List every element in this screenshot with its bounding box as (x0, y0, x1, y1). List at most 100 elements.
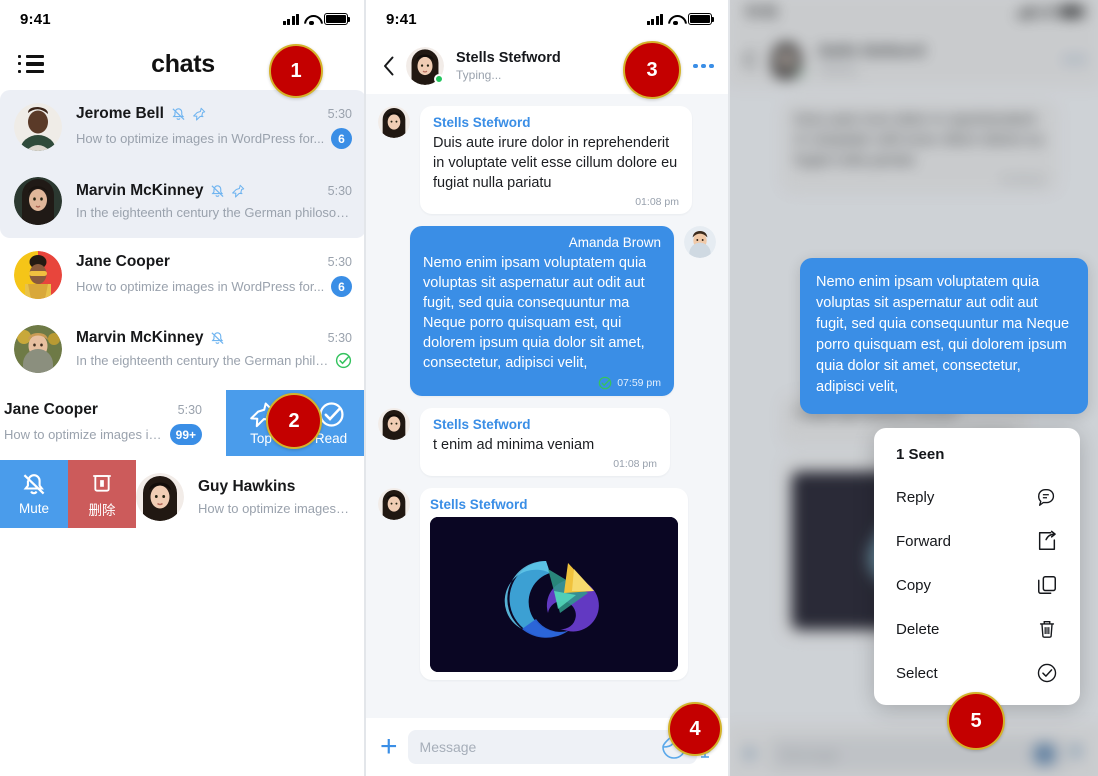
more-options-icon[interactable] (693, 63, 714, 69)
focused-message-bubble[interactable]: Nemo enim ipsam voluptatem quia voluptas… (800, 258, 1088, 414)
swipe-action-delete-label: 删除 (88, 502, 116, 518)
focused-message-text: Nemo enim ipsam voluptatem quia voluptas… (816, 274, 1070, 395)
context-menu-item-label: Delete (896, 620, 940, 638)
chat-item-time: 5:30 (177, 403, 202, 417)
message-time: 01:08 pm (613, 458, 657, 470)
context-menu-item-label: Copy (896, 576, 932, 594)
battery-icon (324, 13, 351, 25)
status-time: 9:41 (20, 10, 51, 28)
chat-item-body: Guy Hawkins How to optimize images in W (198, 478, 352, 516)
message-input-placeholder: Message (419, 739, 477, 755)
message-meta: 07:59 pm (423, 376, 661, 390)
message-bubble[interactable]: Stells Stefword t enim ad minima veniam … (420, 408, 670, 476)
message-incoming-3[interactable]: Stells Stefword (378, 488, 716, 680)
avatar[interactable] (406, 47, 444, 85)
swipe-action-read-label: Read (314, 430, 348, 446)
context-menu-item-select[interactable]: Select (874, 651, 1080, 695)
swipe-action-mute[interactable]: Mute (0, 460, 68, 528)
chat-list-item-2[interactable]: Jane Cooper 5:30 How to optimize images … (0, 238, 366, 312)
message-text: Nemo enim ipsam voluptatem quia voluptas… (423, 255, 647, 371)
message-bubble[interactable]: Stells Stefword Duis aute irure dolor in… (420, 106, 692, 214)
chameleon-logo-image[interactable] (430, 517, 678, 672)
read-receipt-icon (598, 376, 612, 390)
message-sender: Stells Stefword (433, 417, 531, 432)
chat-list-item-0[interactable]: Jerome Bell 5:30 How to optimize images … (0, 90, 366, 164)
chat-item-name: Marvin McKinney (76, 329, 204, 346)
message-input[interactable]: Message (407, 730, 697, 764)
chat-item-top: Jerome Bell 5:30 (76, 105, 352, 123)
swipe-actions-mute-delete[interactable]: Mute 删除 (0, 460, 136, 528)
context-menu-item-forward[interactable]: Forward (874, 519, 1080, 563)
avatar (14, 177, 62, 225)
message-meta: 01:08 pm (433, 196, 679, 208)
swipe-action-delete[interactable]: 删除 (68, 460, 136, 528)
conversation-panel: 9:41 Stells Stefword Typing... Stells St… (366, 0, 730, 776)
status-bar-mid: 9:41 (366, 0, 730, 38)
avatar (378, 488, 410, 520)
avatar (14, 103, 62, 151)
chat-item-name: Jerome Bell (76, 105, 164, 122)
chat-item-preview: How to optimize images in W (198, 501, 352, 516)
panel-divider-1 (364, 0, 366, 776)
avatar (136, 473, 184, 521)
chat-item-badges (171, 107, 206, 121)
step-marker-5: 5 (947, 692, 1005, 750)
step-marker-3: 3 (623, 41, 681, 99)
chat-item-badges (210, 331, 225, 345)
message-outgoing-1[interactable]: Amanda Brown Nemo enim ipsam voluptatem … (378, 226, 716, 396)
avatar (684, 226, 716, 258)
chat-item-body: Jane Cooper 5:30 How to optimize images … (76, 253, 352, 297)
mute-bell-icon (211, 185, 225, 198)
context-menu-item-label: Forward (896, 532, 952, 550)
conversation-contact-name: Stells Stefword (456, 50, 561, 66)
battery-icon (688, 13, 715, 25)
status-time: 9:41 (386, 10, 417, 28)
check-circle-icon (1036, 662, 1058, 684)
status-icons (282, 13, 351, 26)
message-incoming-0[interactable]: Stells Stefword Duis aute irure dolor in… (378, 106, 716, 214)
chat-list-item-1[interactable]: Marvin McKinney 5:30 In the eighteenth c… (0, 164, 366, 238)
conversation-typing-status: Typing... (456, 68, 502, 82)
mute-bell-icon (211, 332, 225, 345)
chat-item-time: 5:30 (327, 331, 352, 345)
chat-list-item-3[interactable]: Marvin McKinney 5:30 In the eighteenth c… (0, 312, 366, 386)
step-marker-label: 1 (290, 59, 302, 82)
message-sender: Stells Stefword (430, 497, 528, 512)
message-incoming-2[interactable]: Stells Stefword t enim ad minima veniam … (378, 408, 716, 476)
chat-item-badges (210, 184, 245, 198)
chat-item-bottom: In the eighteenth century the German phi… (76, 352, 352, 369)
step-marker-label: 5 (970, 709, 982, 732)
message-sender: Amanda Brown (568, 235, 661, 250)
chat-item-bottom: How to optimize images in WordPress for.… (76, 128, 352, 149)
message-sender: Stells Stefword (433, 115, 531, 130)
forward-icon (1036, 530, 1058, 552)
context-menu-item-copy[interactable]: Copy (874, 563, 1080, 607)
back-chevron-icon[interactable] (378, 56, 400, 76)
message-context-menu: 1 Seen Reply Forward Copy Delete Select (874, 428, 1080, 705)
chat-item-preview: In the eighteenth century the German phi… (76, 205, 352, 220)
chat-item-top: Marvin McKinney 5:30 (76, 182, 352, 200)
context-menu-item-reply[interactable]: Reply (874, 475, 1080, 519)
wifi-icon (668, 14, 683, 26)
trash-icon (93, 474, 111, 492)
context-menu-panel: 9:41 Stells Stefword Typing... Duis aute… (730, 0, 1098, 776)
chat-item-body: Jerome Bell 5:30 How to optimize images … (76, 105, 352, 149)
context-menu-item-label: Select (896, 664, 938, 682)
chat-item-name: Guy Hawkins (198, 478, 296, 495)
step-marker-1: 1 (269, 44, 323, 98)
chat-item-top: Guy Hawkins (198, 478, 352, 496)
step-marker-label: 4 (689, 717, 701, 740)
pin-icon (232, 184, 245, 198)
step-marker-label: 2 (288, 409, 300, 432)
message-time: 07:59 pm (617, 377, 661, 389)
context-menu-item-delete[interactable]: Delete (874, 607, 1080, 651)
step-marker-4: 4 (668, 702, 722, 756)
message-bubble-photo[interactable]: Stells Stefword (420, 488, 688, 680)
chat-item-preview: How to optimize images in WordPress for.… (76, 279, 325, 294)
avatar (378, 408, 410, 440)
online-status-dot (434, 74, 444, 84)
cellular-signal-icon (646, 13, 663, 25)
status-icons (646, 13, 715, 26)
chat-item-bottom: In the eighteenth century the German phi… (76, 205, 352, 220)
message-bubble[interactable]: Amanda Brown Nemo enim ipsam voluptatem … (410, 226, 674, 396)
